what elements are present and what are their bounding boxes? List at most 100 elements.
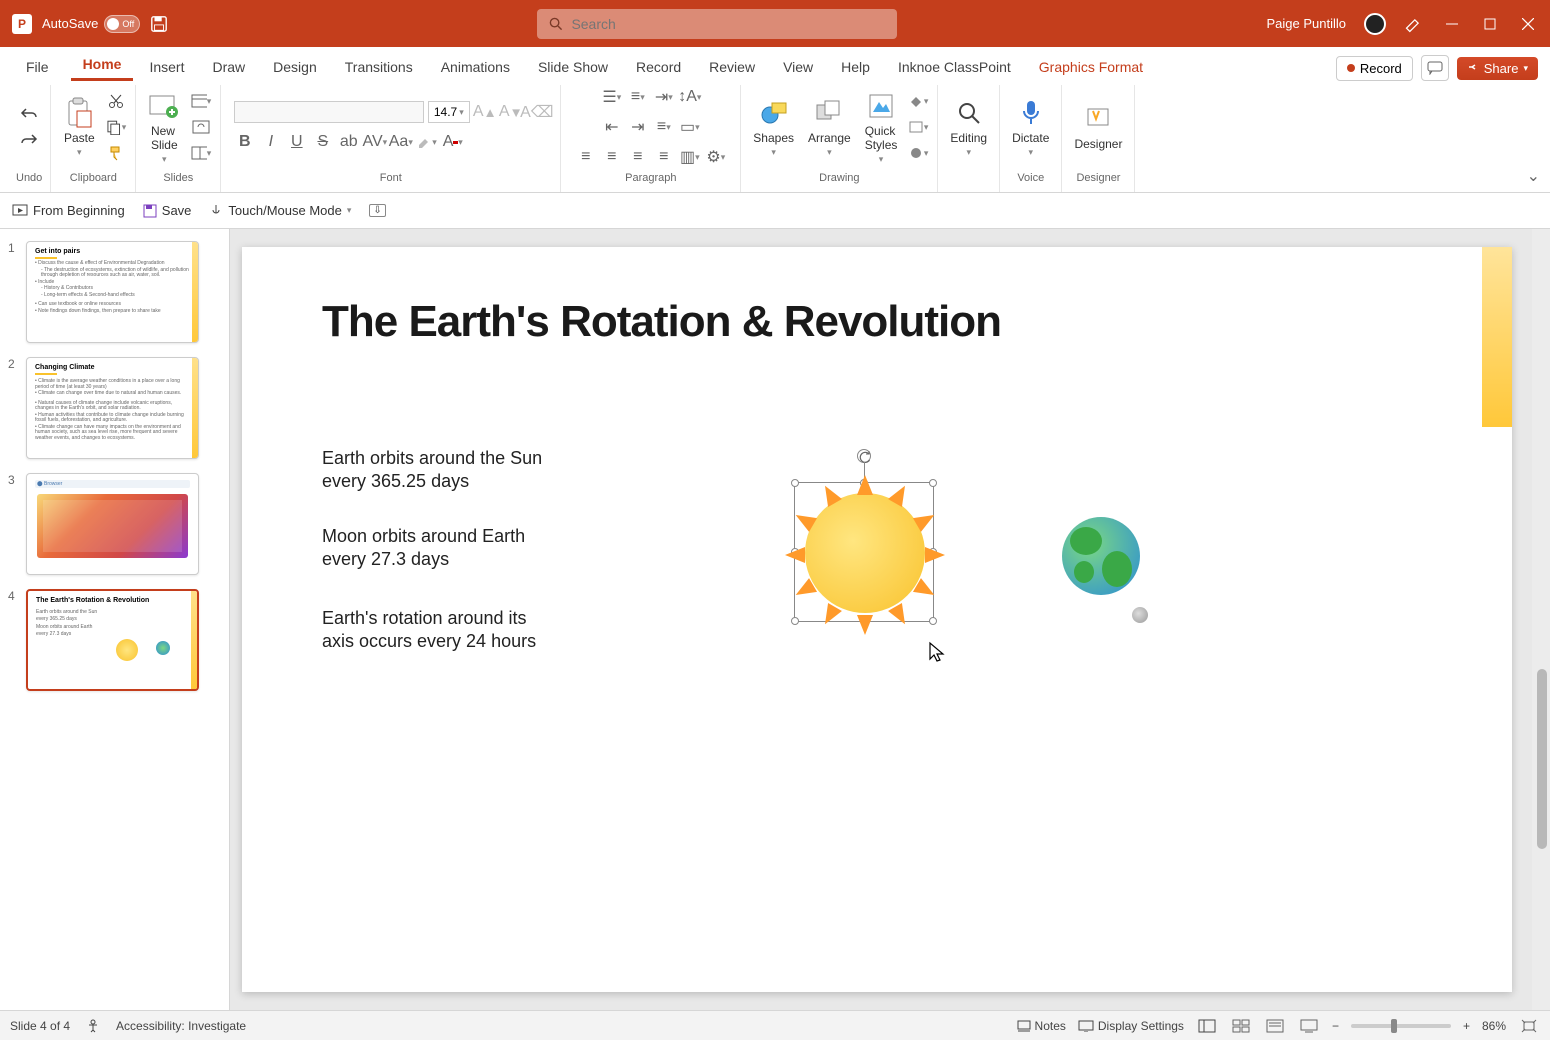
vertical-scrollbar[interactable] [1532, 229, 1550, 1010]
comments-button[interactable] [1421, 55, 1449, 81]
paste-button[interactable]: Paste▾ [59, 95, 99, 160]
qat-save-button[interactable]: Save [143, 203, 192, 218]
handle-sw[interactable] [791, 617, 799, 625]
align-center-button[interactable]: ≡ [601, 146, 623, 168]
sorter-view-button[interactable] [1230, 1017, 1252, 1035]
thumbnail-3[interactable]: ⬤ Browser [26, 473, 199, 575]
close-button[interactable] [1518, 18, 1538, 30]
pen-icon[interactable] [1404, 14, 1424, 34]
thumbnail-1[interactable]: Get into pairs• Discuss the cause & effe… [26, 241, 199, 343]
slide-canvas[interactable]: The Earth's Rotation & Revolution Earth … [242, 247, 1512, 992]
notes-button[interactable]: Notes [1017, 1019, 1066, 1033]
tab-design[interactable]: Design [261, 53, 329, 81]
highlight-button[interactable]: ▾ [416, 131, 438, 153]
tab-review[interactable]: Review [697, 53, 767, 81]
sun-graphic[interactable] [805, 493, 925, 613]
justify-button[interactable]: ≡ [653, 146, 675, 168]
handle-nw[interactable] [791, 479, 799, 487]
case-button[interactable]: Aa▾ [390, 131, 412, 153]
fit-to-window-button[interactable] [1518, 1017, 1540, 1035]
slide-editor[interactable]: The Earth's Rotation & Revolution Earth … [230, 229, 1550, 1010]
touch-mode-button[interactable]: Touch/Mouse Mode▾ [209, 203, 351, 219]
body-text-2[interactable]: Moon orbits around Earth every 27.3 days [322, 525, 542, 572]
share-button[interactable]: Share▾ [1457, 57, 1538, 80]
user-name[interactable]: Paige Puntillo [1267, 16, 1347, 31]
dictate-button[interactable]: Dictate▾ [1008, 95, 1053, 160]
decrease-indent-button[interactable]: ⇤ [601, 116, 623, 138]
autosave-toggle[interactable]: AutoSave Off [42, 15, 140, 33]
new-slide-button[interactable]: New Slide▾ [144, 88, 184, 167]
font-color-button[interactable]: A▾ [442, 131, 464, 153]
tab-home[interactable]: Home [71, 50, 134, 81]
from-beginning-button[interactable]: From Beginning [12, 203, 125, 218]
tab-animations[interactable]: Animations [429, 53, 522, 81]
minimize-button[interactable] [1442, 18, 1462, 30]
shadow-button[interactable]: ab [338, 131, 360, 153]
redo-button[interactable] [18, 129, 40, 151]
bullets-button[interactable]: ☰▾ [601, 86, 623, 108]
tab-insert[interactable]: Insert [137, 53, 196, 81]
accessibility-icon[interactable] [86, 1019, 100, 1033]
font-size-select[interactable]: 14.7▾ [428, 101, 470, 123]
slideshow-view-button[interactable] [1298, 1017, 1320, 1035]
normal-view-button[interactable] [1196, 1017, 1218, 1035]
display-settings-button[interactable]: Display Settings [1078, 1019, 1184, 1033]
tab-classpoint[interactable]: Inknoe ClassPoint [886, 53, 1023, 81]
align-text-button[interactable]: ▭▾ [679, 116, 701, 138]
text-direction-button[interactable]: ↕A▾ [679, 86, 701, 108]
save-icon[interactable] [150, 15, 168, 33]
zoom-slider[interactable] [1351, 1024, 1451, 1028]
quick-styles-button[interactable]: Quick Styles▾ [861, 88, 902, 167]
body-text-1[interactable]: Earth orbits around the Sun every 365.25… [322, 447, 552, 494]
underline-button[interactable]: U [286, 131, 308, 153]
reading-view-button[interactable] [1264, 1017, 1286, 1035]
thumbnail-2[interactable]: Changing Climate• Climate is the average… [26, 357, 199, 459]
moon-graphic[interactable] [1132, 607, 1148, 623]
rotation-handle[interactable] [857, 449, 871, 463]
zoom-in-button[interactable]: + [1463, 1019, 1470, 1033]
tab-help[interactable]: Help [829, 53, 882, 81]
numbering-button[interactable]: ≡▾ [627, 86, 649, 108]
tab-view[interactable]: View [771, 53, 825, 81]
arrange-button[interactable]: Arrange▾ [804, 95, 855, 160]
search-input[interactable] [571, 16, 885, 32]
handle-se[interactable] [929, 617, 937, 625]
slide-thumbnails[interactable]: 1 Get into pairs• Discuss the cause & ef… [0, 229, 230, 1010]
layout-button[interactable]: ▾ [190, 90, 212, 112]
collapse-ribbon-button[interactable]: ⌄ [1527, 166, 1540, 186]
tab-record[interactable]: Record [624, 53, 693, 81]
earth-graphic[interactable] [1062, 517, 1140, 595]
italic-button[interactable]: I [260, 131, 282, 153]
bold-button[interactable]: B [234, 131, 256, 153]
align-right-button[interactable]: ≡ [627, 146, 649, 168]
smartart-button[interactable]: ⚙▾ [705, 146, 727, 168]
handle-ne[interactable] [929, 479, 937, 487]
cut-button[interactable] [105, 90, 127, 112]
format-painter-button[interactable] [105, 142, 127, 164]
search-box[interactable] [537, 9, 897, 39]
shapes-button[interactable]: Shapes▾ [749, 95, 798, 160]
avatar[interactable] [1364, 13, 1386, 35]
copy-button[interactable]: ▾ [105, 116, 127, 138]
tab-transitions[interactable]: Transitions [333, 53, 425, 81]
font-family-select[interactable] [234, 101, 424, 123]
line-spacing-button[interactable]: ≡▾ [653, 116, 675, 138]
record-button[interactable]: Record [1336, 56, 1413, 81]
zoom-level[interactable]: 86% [1482, 1019, 1506, 1033]
clear-format-button[interactable]: A⌫ [526, 101, 548, 123]
strike-button[interactable]: S [312, 131, 334, 153]
tab-slideshow[interactable]: Slide Show [526, 53, 620, 81]
tab-file[interactable]: File [14, 53, 61, 81]
thumbnail-4[interactable]: The Earth's Rotation & Revolution Earth … [26, 589, 199, 691]
undo-button[interactable] [18, 103, 40, 125]
selection-box[interactable] [794, 482, 934, 622]
reset-button[interactable] [190, 116, 212, 138]
tab-graphics-format[interactable]: Graphics Format [1027, 53, 1155, 81]
slide-title[interactable]: The Earth's Rotation & Revolution [322, 297, 1001, 347]
decrease-font-button[interactable]: A▼ [500, 101, 522, 123]
zoom-out-button[interactable]: − [1332, 1019, 1339, 1033]
editing-button[interactable]: Editing▾ [946, 95, 991, 160]
body-text-3[interactable]: Earth's rotation around its axis occurs … [322, 607, 542, 654]
qat-customize-button[interactable]: ⇩ [369, 204, 385, 217]
maximize-button[interactable] [1480, 18, 1500, 30]
